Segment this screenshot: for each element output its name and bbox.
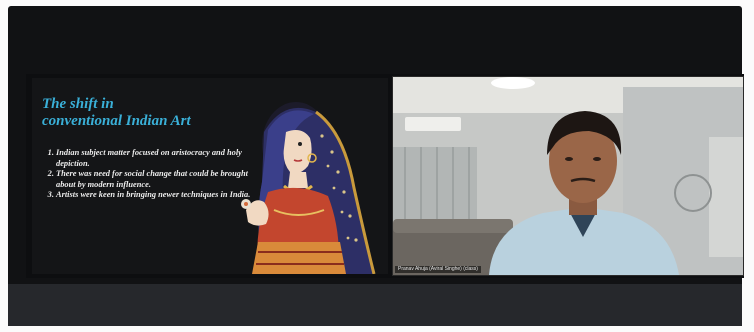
slide-title-line-1: The shift in [42,96,114,112]
slide-point: Artists were keen in bringing newer tech… [56,190,252,201]
webcam-feed [393,77,743,275]
participant-video[interactable]: Pranav Ahuja (Aviral Singhe) (class) [392,76,744,276]
bottom-control-bar [8,284,742,326]
monitor-screen: The shift in conventional Indian Art Ind… [8,6,744,326]
meeting-view: The shift in conventional Indian Art Ind… [26,74,744,278]
slide-bullet-list: Indian subject matter focused on aristoc… [38,148,252,201]
painting-woman-portrait-icon [241,102,376,274]
participant-name-label: Pranav Ahuja (Aviral Singhe) (class) [395,266,481,273]
slide-title: The shift in conventional Indian Art [42,96,242,130]
slide-point: There was need for social change that co… [56,169,252,190]
shared-slide: The shift in conventional Indian Art Ind… [32,78,388,274]
slide-title-line-2: conventional Indian Art [42,113,191,129]
slide-point: Indian subject matter focused on aristoc… [56,148,252,169]
